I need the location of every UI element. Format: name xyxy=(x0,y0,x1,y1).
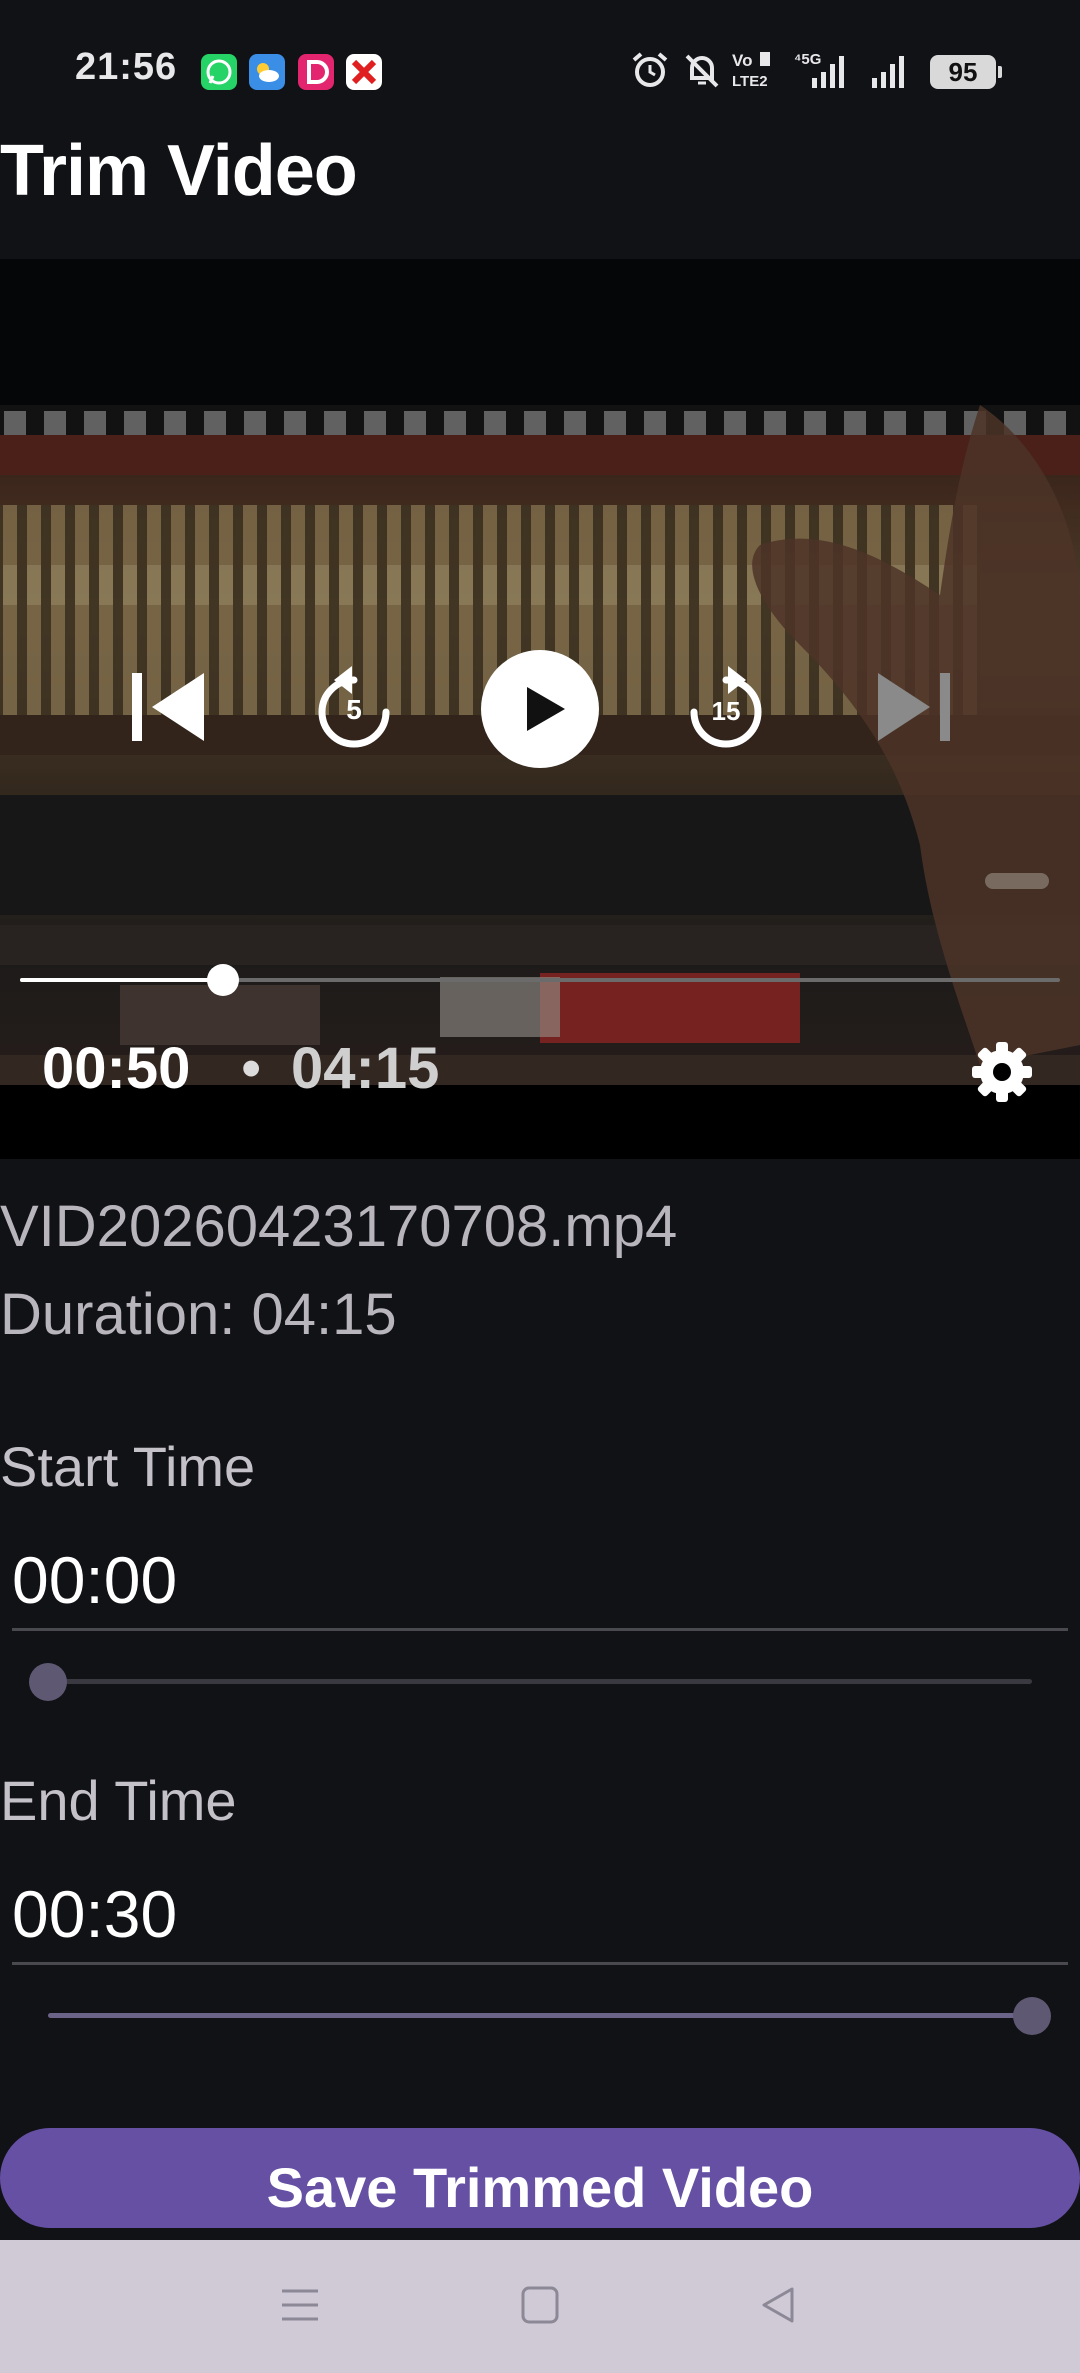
skip-next-icon[interactable] xyxy=(872,667,952,747)
status-bar: 21:56 Vo LTE2 ⁴5G 95 xyxy=(0,0,1080,140)
total-time: 04:15 xyxy=(291,1036,440,1101)
start-time-slider-thumb[interactable] xyxy=(29,1663,67,1701)
svg-text:LTE2: LTE2 xyxy=(732,73,768,90)
navigation-bar xyxy=(0,2240,1080,2373)
signal-icon xyxy=(872,56,904,88)
volte-icon: Vo LTE2 xyxy=(732,51,770,90)
seek-bar-thumb[interactable] xyxy=(207,964,239,996)
file-name: VID20260423170708.mp4 xyxy=(0,1194,678,1259)
settings-gear-icon[interactable] xyxy=(970,1040,1034,1104)
page-title: Trim Video xyxy=(0,131,358,211)
time-separator: • xyxy=(241,1036,262,1101)
start-time-underline xyxy=(12,1628,1068,1631)
whatsapp-icon xyxy=(201,54,237,90)
back-icon[interactable] xyxy=(758,2285,798,2325)
skip-previous-icon[interactable] xyxy=(130,667,210,747)
seek-bar-progress xyxy=(20,978,223,982)
start-time-slider[interactable] xyxy=(48,1679,1032,1684)
play-icon[interactable] xyxy=(480,649,600,769)
battery-icon: 95 xyxy=(930,55,1002,89)
rewind-5-button[interactable]: 5 xyxy=(312,664,396,750)
home-icon[interactable] xyxy=(520,2285,560,2325)
video-player[interactable]: 5 15 00:50 • 04:15 xyxy=(0,259,1080,1159)
end-time-slider[interactable] xyxy=(48,2013,1032,2018)
end-time-label: End Time xyxy=(0,1769,237,1832)
save-trimmed-video-button[interactable]: Save Trimmed Video xyxy=(0,2128,1080,2228)
end-time-underline xyxy=(12,1962,1068,1965)
weather-icon xyxy=(249,54,285,90)
end-time-slider-thumb[interactable] xyxy=(1013,1997,1051,2035)
player-letterbox xyxy=(0,259,1080,405)
svg-text:Vo: Vo xyxy=(732,51,752,70)
forward-seconds: 15 xyxy=(711,696,741,726)
mute-bell-icon xyxy=(685,54,719,88)
current-time: 00:50 xyxy=(42,1036,191,1101)
rewind-seconds: 5 xyxy=(346,694,362,725)
status-clock: 21:56 xyxy=(75,46,178,88)
alarm-icon xyxy=(632,52,668,87)
menu-icon[interactable] xyxy=(280,2285,320,2325)
dailyhunt-icon xyxy=(298,54,334,90)
signal-5g-icon: ⁴5G xyxy=(794,51,844,88)
start-time-field[interactable]: 00:00 xyxy=(12,1542,177,1618)
start-time-label: Start Time xyxy=(0,1435,256,1498)
end-time-field[interactable]: 00:30 xyxy=(12,1876,177,1952)
duration-label: Duration: 04:15 xyxy=(0,1282,397,1347)
forward-15-button[interactable]: 15 xyxy=(684,664,768,750)
news-icon xyxy=(346,54,382,90)
svg-text:⁴5G: ⁴5G xyxy=(794,51,821,68)
